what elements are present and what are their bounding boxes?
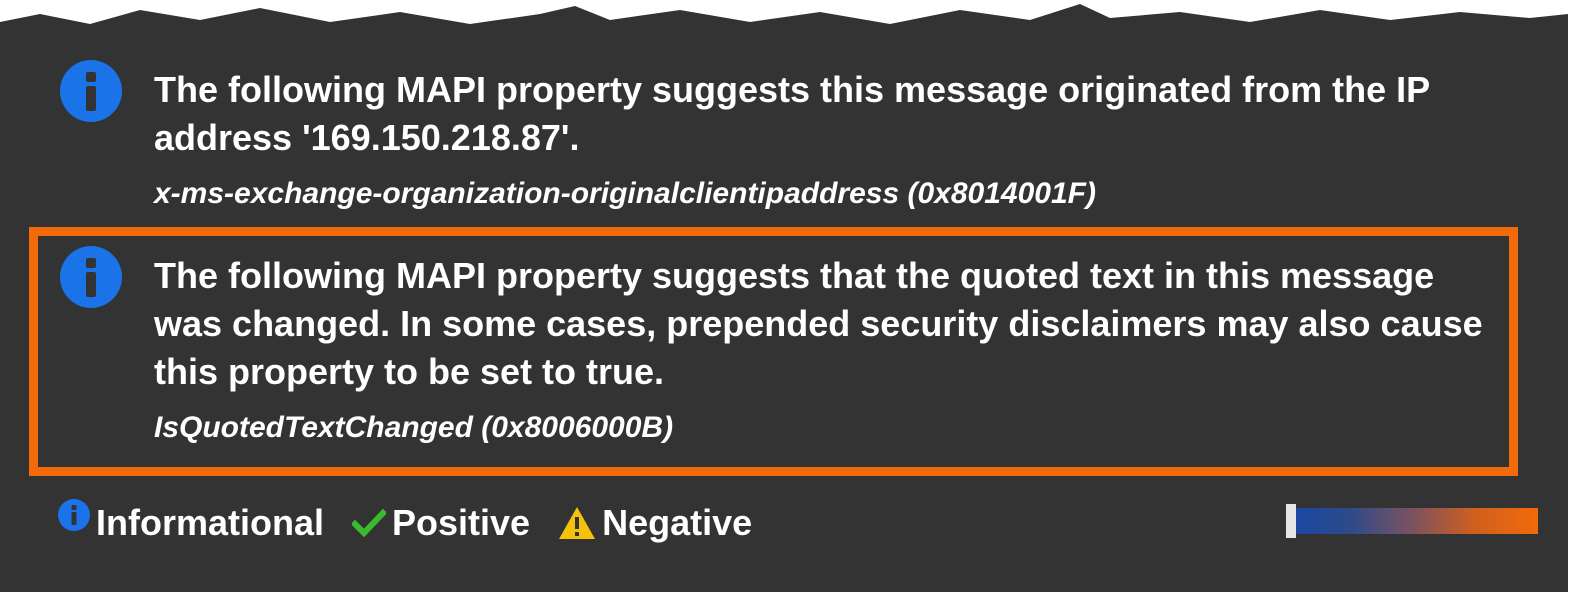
legend-informational-label: Informational (96, 502, 325, 543)
legend-informational: Informational (58, 499, 325, 544)
legend: Informational Positive Negative (58, 499, 780, 546)
highlight-box (29, 227, 1518, 476)
severity-gradient-bar (1286, 508, 1538, 534)
info-icon (60, 60, 122, 122)
findings-panel: The following MAPI property suggests thi… (0, 4, 1568, 592)
mapi-property-name: x-ms-exchange-organization-originalclien… (154, 177, 1096, 210)
checkmark-icon (352, 508, 387, 538)
gradient-slider-handle[interactable] (1286, 504, 1296, 538)
legend-positive: Positive (352, 502, 530, 544)
info-icon (58, 499, 90, 531)
legend-negative-label: Negative (602, 502, 753, 543)
finding-message: The following MAPI property suggests thi… (154, 69, 1430, 158)
legend-negative: Negative (558, 502, 752, 544)
legend-positive-label: Positive (392, 502, 531, 543)
warning-icon (559, 507, 596, 539)
